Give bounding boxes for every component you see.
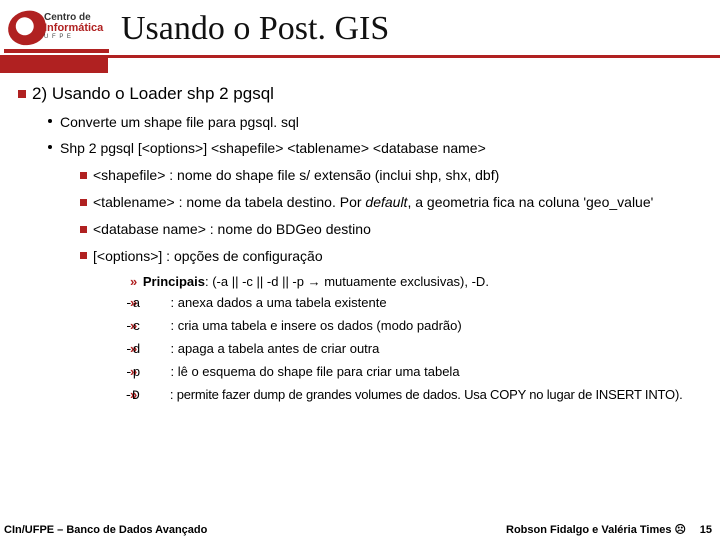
bullet-level2: Converte um shape file para pgsql. sql [48,114,720,130]
header: Centro de Informática U F P E Usando o P… [0,0,720,54]
heading-text: 2) Usando o Loader shp 2 pgsql [32,84,274,103]
bullet-square-icon [80,252,87,259]
logo-mark [6,9,48,48]
option-desc: : apaga a tabela antes de criar outra [170,341,379,356]
bullet-level4-option: » -d : apaga a tabela antes de criar out… [130,341,720,359]
bullet-level4-principais: » Principais: (-a || -c || -d || -p → mu… [130,274,720,291]
bullet-text-italic: default [365,194,407,210]
slide-body: 2) Usando o Loader shp 2 pgsql Converte … [18,84,720,410]
bullet-text: [<options>] : opções de configuração [93,248,323,264]
bullet-level3: <database name> : nome do BDGeo destino [80,220,720,239]
option-desc: : anexa dados a uma tabela existente [170,295,386,310]
option-flag: -p [143,365,167,382]
option-flag: -D [142,388,166,405]
option-desc: : permite fazer dump de grandes volumes … [170,387,683,402]
bullet-text-c: , a geometria fica na coluna 'geo_value' [407,194,653,210]
option-flag: -c [143,319,167,336]
bullet-level3: <shapefile> : nome do shape file s/ exte… [80,166,720,185]
bullet-square-icon [80,172,87,179]
footer-right: Robson Fidalgo e Valéria Times ☹ [506,523,686,536]
bullet-text: <shapefile> : nome do shape file s/ exte… [93,167,499,183]
logo-text: Centro de Informática U F P E [44,13,103,40]
bullet-level2: Shp 2 pgsql [<options>] <shapefile> <tab… [48,140,720,156]
bullet-text: Shp 2 pgsql [<options>] <shapefile> <tab… [60,140,486,156]
raquo-icon: » [130,274,137,289]
option-desc: : lê o esquema do shape file para criar … [170,364,459,379]
option-flag: -a [143,296,167,313]
title-divider [0,55,720,58]
option-flag: -d [143,342,167,359]
page-number: 15 [700,524,712,536]
bullet-dot-icon [48,145,52,149]
bullet-text: Converte um shape file para pgsql. sql [60,114,299,130]
bullet-text: <database name> : nome do BDGeo destino [93,221,371,237]
bullet-level3: [<options>] : opções de configuração [80,247,720,266]
logo-underline [4,49,109,53]
footer-left: CIn/UFPE – Banco de Dados Avançado [4,524,207,536]
bullet-dot-icon [48,119,52,123]
slide-title: Usando o Post. GIS [121,10,389,48]
logo-line2: Informática [44,23,103,34]
bullet-level4-option: » -a : anexa dados a uma tabela existent… [130,295,720,313]
bullet-square-icon [80,226,87,233]
option-desc: : cria uma tabela e insere os dados (mod… [170,318,461,333]
logo-line3: U F P E [44,34,103,40]
principais-label: Principais [143,274,205,289]
bullet-level4-option: » -p : lê o esquema do shape file para c… [130,364,720,382]
bullet-text-a: <tablename> : nome da tabela destino. Po… [93,194,365,210]
heading-level1: 2) Usando o Loader shp 2 pgsql [18,84,720,104]
title-accent-bar [0,55,108,73]
logo: Centro de Informática U F P E [4,5,109,53]
bullet-level4-option: » -c : cria uma tabela e insere os dados… [130,318,720,336]
principais-rest: : (-a || -c || -d || -p → mutuamente exc… [205,274,489,289]
bullet-square-icon [18,90,26,98]
bullet-square-icon [80,199,87,206]
bullet-level4-option: » -D : permite fazer dump de grandes vol… [130,387,720,405]
bullet-level3: <tablename> : nome da tabela destino. Po… [80,193,720,212]
